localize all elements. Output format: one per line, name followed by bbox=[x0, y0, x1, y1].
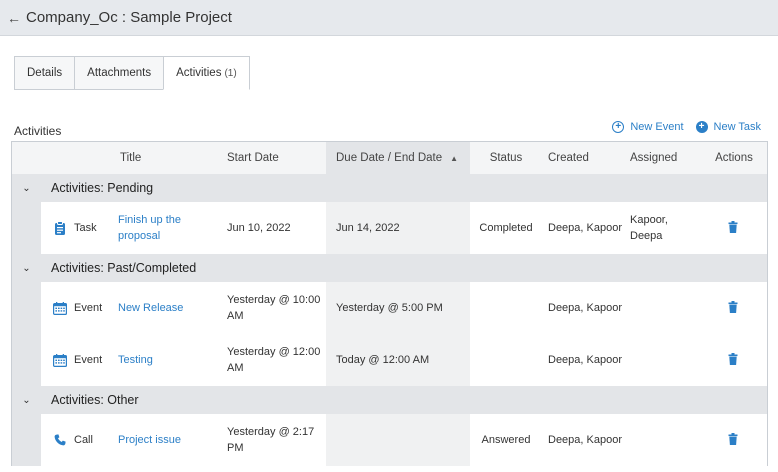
activity-title: New Release bbox=[110, 282, 217, 334]
new-task-label: New Task bbox=[713, 121, 761, 133]
sort-ascending-icon: ▲ bbox=[450, 153, 459, 163]
assigned-to bbox=[624, 334, 701, 386]
activity-actions: + New Event + New Task bbox=[612, 121, 761, 133]
column-due-date[interactable]: Due Date / End Date ▲ bbox=[326, 142, 470, 174]
status bbox=[470, 282, 542, 334]
group-label: Activities: Past/Completed bbox=[51, 261, 197, 275]
start-date: Jun 10, 2022 bbox=[227, 222, 291, 234]
trash-icon[interactable] bbox=[728, 353, 740, 367]
created-by: Deepa, Kapoor bbox=[548, 222, 622, 234]
column-status[interactable]: Status bbox=[470, 142, 542, 174]
status: Completed bbox=[479, 222, 533, 234]
phone-icon bbox=[53, 433, 67, 447]
activity-type: Event bbox=[41, 282, 110, 334]
due-date: Yesterday @ 5:00 PM bbox=[326, 282, 470, 334]
plus-circle-icon: + bbox=[695, 121, 708, 133]
due-date bbox=[326, 414, 470, 466]
row-gutter bbox=[12, 414, 41, 466]
activity-type: Task bbox=[41, 202, 110, 254]
trash-icon[interactable] bbox=[728, 433, 740, 447]
app-header: ← Company_Oc : Sample Project bbox=[0, 0, 778, 36]
table-row[interactable]: Call Project issue Yesterday @ 2:17 PM A… bbox=[12, 414, 767, 466]
status: Answered bbox=[481, 434, 531, 446]
activity-title: Finish up the proposal bbox=[110, 202, 217, 254]
tab-label: Activities bbox=[176, 67, 222, 79]
group-label: Activities: Other bbox=[51, 393, 139, 407]
tab-label: Attachments bbox=[87, 67, 152, 79]
tab-count: (1) bbox=[224, 67, 237, 79]
row-actions bbox=[701, 414, 767, 466]
activity-type: Event bbox=[41, 334, 110, 386]
new-event-button[interactable]: + New Event bbox=[612, 121, 684, 133]
calendar-icon bbox=[53, 301, 67, 315]
activity-title-link[interactable]: Project issue bbox=[118, 432, 181, 448]
activity-type-label: Event bbox=[74, 302, 103, 314]
activity-type-label: Event bbox=[74, 354, 103, 366]
activity-type: Call bbox=[41, 414, 110, 466]
column-created[interactable]: Created bbox=[542, 142, 624, 174]
column-start-date[interactable]: Start Date bbox=[217, 142, 326, 174]
column-due-date-label: Due Date / End Date bbox=[336, 152, 443, 164]
chevron-down-icon[interactable]: ⌄ bbox=[12, 263, 41, 274]
column-title[interactable]: Title bbox=[110, 142, 217, 174]
activity-type-label: Call bbox=[74, 434, 93, 446]
activity-title-link[interactable]: Testing bbox=[118, 352, 153, 368]
activity-type-label: Task bbox=[74, 222, 97, 234]
activity-title-link[interactable]: New Release bbox=[118, 300, 183, 316]
page-title: Company_Oc : Sample Project bbox=[26, 9, 232, 26]
group-label: Activities: Pending bbox=[51, 181, 154, 195]
tab-details[interactable]: Details bbox=[14, 56, 75, 90]
section-title: Activities bbox=[14, 124, 62, 138]
back-arrow-icon[interactable]: ← bbox=[4, 10, 24, 26]
clipboard-icon bbox=[53, 221, 67, 235]
activity-title: Project issue bbox=[110, 414, 217, 466]
start-date: Yesterday @ 2:17 PM bbox=[227, 426, 315, 454]
due-date: Jun 14, 2022 bbox=[326, 202, 470, 254]
table-row[interactable]: Event Testing Yesterday @ 12:00 AM Today… bbox=[12, 334, 767, 386]
header-type bbox=[41, 142, 110, 174]
plus-circle-outline-icon: + bbox=[612, 121, 625, 133]
row-gutter bbox=[12, 282, 41, 334]
assigned-to: Kapoor, Deepa bbox=[630, 214, 668, 242]
row-gutter bbox=[12, 334, 41, 386]
row-gutter bbox=[12, 202, 41, 254]
tab-label: Details bbox=[27, 67, 63, 79]
created-by: Deepa, Kapoor bbox=[548, 434, 622, 446]
column-assigned[interactable]: Assigned bbox=[624, 142, 701, 174]
group-header-other[interactable]: ⌄ Activities: Other bbox=[12, 386, 767, 414]
trash-icon[interactable] bbox=[728, 301, 740, 315]
new-event-label: New Event bbox=[630, 121, 684, 133]
group-header-past-completed[interactable]: ⌄ Activities: Past/Completed bbox=[12, 254, 767, 282]
tab-bar: Details Attachments Activities (1) bbox=[14, 56, 250, 90]
created-by: Deepa, Kapoor bbox=[548, 354, 622, 366]
row-actions bbox=[701, 202, 767, 254]
group-header-pending[interactable]: ⌄ Activities: Pending bbox=[12, 174, 767, 202]
new-task-button[interactable]: + New Task bbox=[695, 121, 761, 133]
start-date: Yesterday @ 10:00 AM bbox=[227, 294, 321, 322]
grid-header: Title Start Date Due Date / End Date ▲ S… bbox=[12, 142, 767, 174]
created-by: Deepa, Kapoor bbox=[548, 302, 622, 314]
assigned-to bbox=[624, 282, 701, 334]
activity-title-link[interactable]: Finish up the proposal bbox=[118, 212, 217, 244]
row-actions bbox=[701, 282, 767, 334]
status bbox=[470, 334, 542, 386]
tab-attachments[interactable]: Attachments bbox=[74, 56, 164, 90]
tab-activities[interactable]: Activities (1) bbox=[163, 56, 250, 90]
column-actions: Actions bbox=[715, 152, 753, 164]
start-date: Yesterday @ 12:00 AM bbox=[227, 346, 321, 374]
calendar-icon bbox=[53, 353, 67, 367]
header-spacer bbox=[12, 142, 41, 174]
activity-title: Testing bbox=[110, 334, 217, 386]
chevron-down-icon[interactable]: ⌄ bbox=[12, 183, 41, 194]
table-row[interactable]: Task Finish up the proposal Jun 10, 2022… bbox=[12, 202, 767, 254]
row-actions bbox=[701, 334, 767, 386]
trash-icon[interactable] bbox=[728, 221, 740, 235]
assigned-to bbox=[624, 414, 701, 466]
chevron-down-icon[interactable]: ⌄ bbox=[12, 395, 41, 406]
due-date: Today @ 12:00 AM bbox=[326, 334, 470, 386]
table-row[interactable]: Event New Release Yesterday @ 10:00 AM Y… bbox=[12, 282, 767, 334]
activities-grid: Title Start Date Due Date / End Date ▲ S… bbox=[11, 141, 768, 466]
